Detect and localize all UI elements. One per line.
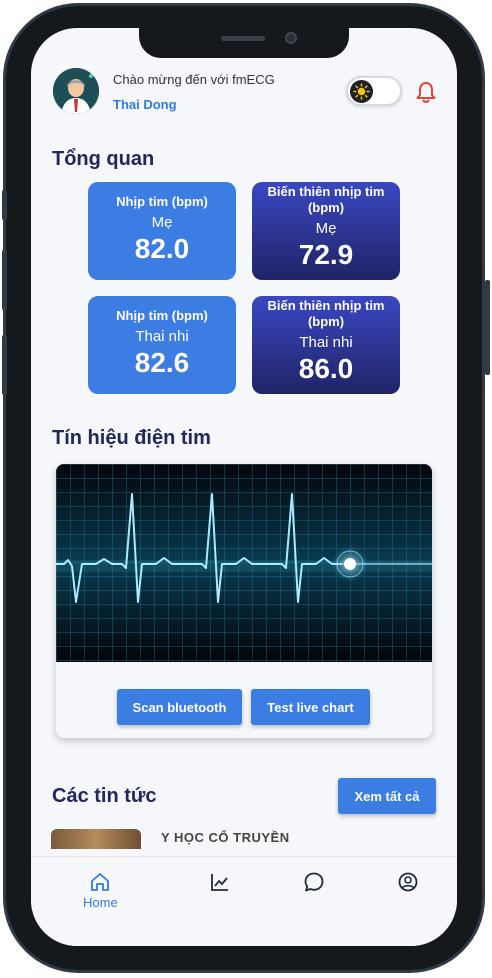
card-label: Biến thiên nhịp tim (bpm) [267,184,385,215]
card-subject: Mẹ [151,214,173,231]
chart-icon [211,874,228,891]
news-category: Y HỌC CỔ TRUYỀN [161,830,290,845]
tab-profile[interactable] [397,871,419,893]
moon-sun-icon [350,80,373,103]
card-maternal-heart-rate[interactable]: Nhịp tim (bpm) Mẹ 82.0 [88,182,236,280]
card-value: 82.0 [134,233,190,264]
tab-home[interactable]: Home [83,871,118,910]
card-subject: Mẹ [315,220,337,237]
test-live-chart-button[interactable]: Test live chart [251,689,370,725]
card-value: 72.9 [298,239,354,270]
theme-toggle[interactable] [346,76,402,106]
ecg-title: Tín hiệu điện tim [52,427,211,449]
card-label: Biến thiên nhịp tim (bpm) [267,298,385,329]
card-label: Nhịp tim (bpm) [116,308,208,323]
chat-icon [304,872,324,892]
card-value: 86.0 [298,353,354,384]
bottom-tab-bar: Home [31,856,457,946]
avatar[interactable] [53,68,99,114]
card-value: 82.6 [134,347,190,378]
ecg-panel: Scan bluetooth Test live chart [56,464,432,738]
user-name: Thai Dong [113,97,177,112]
speaker [221,36,265,41]
scan-bluetooth-button[interactable]: Scan bluetooth [117,689,242,725]
tab-home-label: Home [83,895,118,910]
card-label: Nhịp tim (bpm) [116,194,208,209]
card-subject: Thai nhi [135,328,189,345]
side-button-silent [2,190,7,220]
app-screen: Chào mừng đến với fmECG Thai Dong Tổng q… [31,28,457,946]
side-button-volume-down [2,335,7,395]
bell-icon[interactable] [415,80,437,104]
tab-chart[interactable] [209,871,231,893]
profile-icon [398,872,418,892]
news-title: Các tin tức [52,785,157,807]
front-camera [285,32,297,44]
header: Chào mừng đến với fmECG Thai Dong [31,64,457,124]
see-all-button[interactable]: Xem tất cả [338,778,436,814]
home-icon [91,873,110,891]
card-fetal-hrv[interactable]: Biến thiên nhịp tim (bpm) Thai nhi 86.0 [252,296,400,394]
card-maternal-hrv[interactable]: Biến thiên nhịp tim (bpm) Mẹ 72.9 [252,182,400,280]
greeting-text: Chào mừng đến với fmECG [113,72,275,87]
side-button-volume-up [2,250,7,310]
side-button-power [485,280,490,375]
overview-title: Tổng quan [52,148,155,170]
news-thumbnail[interactable] [51,829,141,849]
tab-chat[interactable] [303,871,325,893]
card-fetal-heart-rate[interactable]: Nhịp tim (bpm) Thai nhi 82.6 [88,296,236,394]
card-subject: Thai nhi [299,334,353,351]
notch [139,28,349,58]
ecg-signal-image [56,464,432,662]
